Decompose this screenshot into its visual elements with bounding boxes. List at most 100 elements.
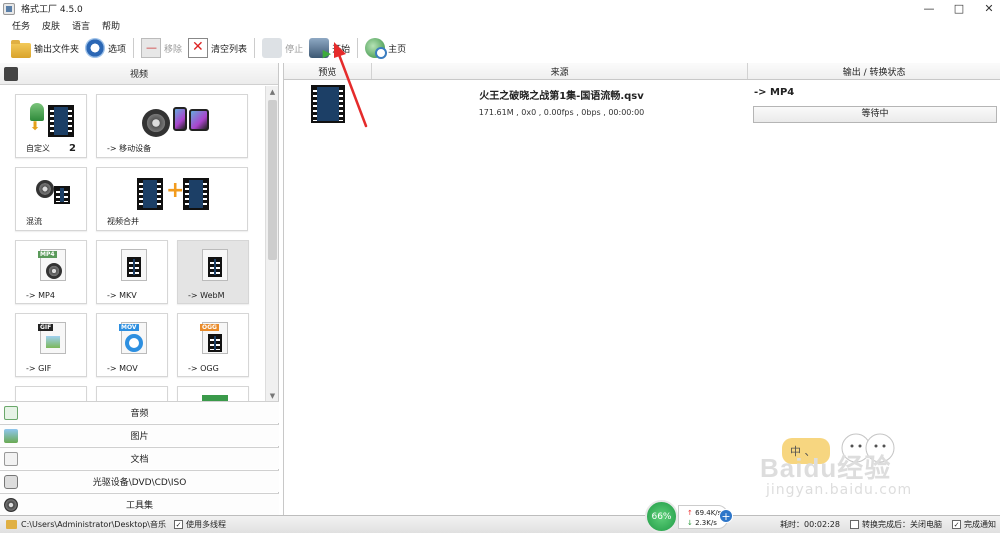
- disc-category[interactable]: 光驱设备\DVD\CD\ISO: [0, 470, 279, 492]
- close-button[interactable]: ✕: [982, 0, 996, 16]
- maximize-button[interactable]: □: [952, 0, 966, 16]
- red-annotation-arrow: [334, 42, 368, 128]
- document-category[interactable]: 文档: [0, 447, 279, 469]
- status-bar-right: 耗时：00:02:28 转换完成后：关闭电脑 ✓ 完成通知: [780, 519, 996, 530]
- multithread-option[interactable]: ✓ 使用多线程: [174, 519, 226, 530]
- menu-skin[interactable]: 皮肤: [42, 19, 60, 32]
- category-panel: 视频 ⬇ 自定义 2 -> 移动设备 混流 + 视频合并 MP4 -> MP4 …: [0, 63, 279, 515]
- remove-icon: [141, 38, 162, 58]
- phone-icon: [173, 107, 187, 131]
- watermark-logo: Baidu经验: [760, 453, 892, 483]
- options-label: 选项: [108, 44, 127, 55]
- scroll-up-button[interactable]: ▲: [266, 86, 279, 98]
- task-table-header: 预览 来源 输出 / 转换状态: [284, 63, 1000, 80]
- audio-category[interactable]: 音频: [0, 401, 279, 423]
- notify-label: 完成通知: [964, 520, 996, 529]
- tile-more[interactable]: [177, 386, 249, 402]
- menu-help[interactable]: 帮助: [102, 19, 120, 32]
- tile-label: -> MP4: [26, 291, 55, 300]
- image-icon: [46, 336, 60, 348]
- toolbox-category[interactable]: 工具集: [0, 493, 279, 515]
- output-format: -> MP4: [754, 87, 795, 98]
- column-output-status[interactable]: 输出 / 转换状态: [748, 63, 1000, 79]
- after-convert-checkbox[interactable]: [850, 520, 859, 529]
- arrow-down-icon: ⬇: [30, 119, 41, 133]
- video-tiles: ⬇ 自定义 2 -> 移动设备 混流 + 视频合并 MP4 -> MP4 -> …: [0, 86, 265, 402]
- image-category[interactable]: 图片: [0, 424, 279, 446]
- document-category-label: 文档: [130, 455, 149, 465]
- tile-mov[interactable]: MOV -> MOV: [96, 313, 168, 377]
- options-icon: [85, 38, 106, 58]
- home-label: 主页: [388, 44, 407, 55]
- minimize-button[interactable]: —: [922, 0, 936, 16]
- video-category-icon: [4, 67, 18, 81]
- tile-mkv[interactable]: -> MKV: [96, 240, 168, 304]
- tile-label: 混流: [26, 217, 42, 226]
- tile-label: -> MOV: [107, 364, 138, 373]
- after-convert-option[interactable]: 转换完成后：关闭电脑: [850, 519, 942, 530]
- notify-checkbox[interactable]: ✓: [952, 520, 961, 529]
- tile-more[interactable]: [96, 386, 168, 402]
- remove-button[interactable]: 移除: [138, 35, 185, 61]
- source-file-info: 171.61M , 0x0 , 0.00fps , 0bps , 00:00:0…: [478, 108, 645, 117]
- video-category-label: 视频: [129, 70, 148, 80]
- tiles-scrollbar[interactable]: ▲ ▼: [265, 86, 278, 402]
- disc-drive-icon: [4, 475, 18, 489]
- tile-mix[interactable]: 混流: [15, 167, 87, 231]
- film-icon: [208, 257, 222, 277]
- toolbox-reel-icon: [4, 498, 18, 512]
- tile-video-merge[interactable]: + 视频合并: [96, 167, 248, 231]
- menu-bar: 任务 皮肤 语言 帮助: [0, 17, 120, 33]
- app-icon: [3, 2, 15, 15]
- quicktime-icon: [125, 334, 143, 352]
- window-title: 格式工厂 4.5.0: [21, 5, 83, 15]
- menu-task[interactable]: 任务: [12, 19, 30, 32]
- music-note-icon: [4, 406, 18, 420]
- after-convert-label: 转换完成后：关闭电脑: [862, 520, 942, 529]
- tile-count: 2: [69, 143, 76, 154]
- tile-webm[interactable]: -> WebM: [177, 240, 249, 304]
- source-file-name: 火王之破晓之战第1集-国语流畅.qsv: [479, 91, 644, 102]
- upload-speed: 69.4K/s: [695, 509, 722, 517]
- notify-option[interactable]: ✓ 完成通知: [952, 519, 996, 530]
- multithread-label: 使用多线程: [186, 520, 226, 529]
- video-category-header[interactable]: 视频: [0, 63, 278, 85]
- start-icon: [309, 38, 331, 60]
- clear-list-button[interactable]: 清空列表: [185, 35, 250, 61]
- network-speed-widget[interactable]: 66% ↑ 69.4K/s ↓ 2.3K/s +: [645, 500, 740, 533]
- output-folder-button[interactable]: 输出文件夹: [8, 35, 82, 61]
- image-category-label: 图片: [130, 432, 149, 442]
- output-path[interactable]: C:\Users\Administrator\Desktop\音乐: [21, 519, 166, 530]
- tile-label: -> OGG: [188, 364, 219, 373]
- toolbar: 输出文件夹 选项 移除 清空列表 停止 开始 主页: [0, 34, 1000, 62]
- toolbar-divider: [133, 38, 135, 58]
- film-reel-icon: [142, 109, 170, 137]
- status-bar: C:\Users\Administrator\Desktop\音乐 ✓ 使用多线…: [0, 515, 1000, 533]
- tile-custom[interactable]: ⬇ 自定义 2: [15, 94, 87, 158]
- tile-gif[interactable]: GIF -> GIF: [15, 313, 87, 377]
- clear-list-label: 清空列表: [211, 44, 248, 55]
- scroll-thumb[interactable]: [268, 100, 277, 260]
- film-reel-icon: [36, 180, 54, 198]
- clear-icon: [188, 38, 209, 58]
- tile-more[interactable]: [15, 386, 87, 402]
- menu-language[interactable]: 语言: [72, 19, 90, 32]
- tile-mobile-device[interactable]: -> 移动设备: [96, 94, 248, 158]
- remove-label: 移除: [164, 44, 183, 55]
- options-button[interactable]: 选项: [82, 35, 129, 61]
- tile-ogg[interactable]: OGG -> OGG: [177, 313, 249, 377]
- tile-mp4[interactable]: MP4 -> MP4: [15, 240, 87, 304]
- multithread-checkbox[interactable]: ✓: [174, 520, 183, 529]
- tile-label: -> 移动设备: [107, 144, 152, 153]
- folder-icon: [11, 39, 31, 58]
- speed-boost-icon[interactable]: +: [719, 509, 733, 523]
- film-icon: [183, 178, 209, 210]
- stop-label: 停止: [285, 44, 304, 55]
- audio-category-label: 音频: [130, 409, 149, 419]
- task-row[interactable]: 火王之破晓之战第1集-国语流畅.qsv 171.61M , 0x0 , 0.00…: [284, 81, 1000, 131]
- film-icon: [137, 178, 163, 210]
- column-source[interactable]: 来源: [372, 63, 749, 79]
- tile-label: 视频合并: [107, 217, 139, 226]
- film-icon: [127, 257, 141, 277]
- stop-button[interactable]: 停止: [259, 35, 306, 61]
